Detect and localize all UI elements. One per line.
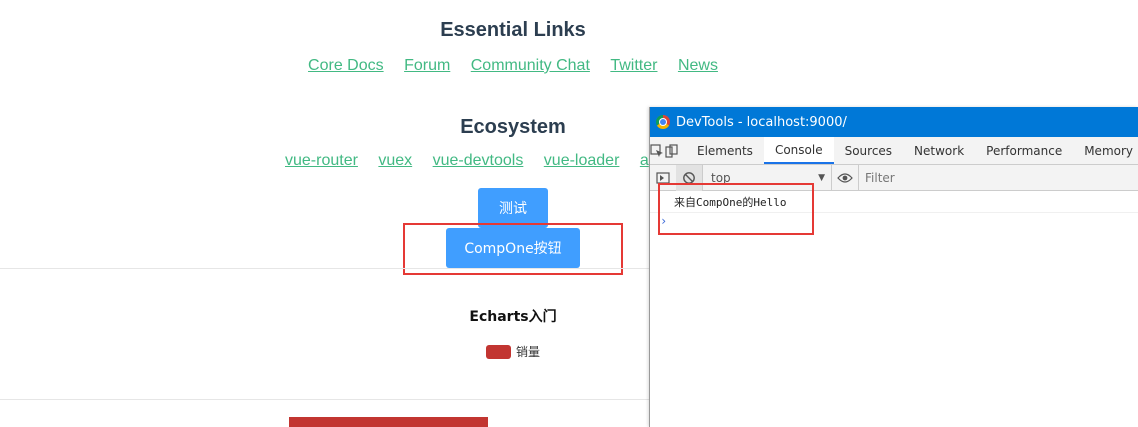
- tab-performance[interactable]: Performance: [975, 137, 1073, 164]
- tab-console[interactable]: Console: [763, 137, 834, 164]
- tab-memory[interactable]: Memory: [1073, 137, 1138, 164]
- legend-swatch: [486, 344, 511, 359]
- chart-axis-line: [0, 399, 649, 400]
- link-vue-loader[interactable]: vue-loader: [544, 152, 620, 169]
- ecosystem-links-list: vue-router vuex vue-devtools vue-loader …: [277, 152, 657, 170]
- link-forum[interactable]: Forum: [404, 57, 450, 74]
- essential-links-heading: Essential Links: [440, 19, 586, 41]
- link-awesome-vue[interactable]: a: [640, 152, 649, 169]
- devtools-tab-bar: Elements Console Sources Network Perform…: [650, 137, 1138, 165]
- live-expression-eye-icon[interactable]: [832, 165, 858, 191]
- link-community-chat[interactable]: Community Chat: [471, 57, 590, 74]
- chart-bar[interactable]: [289, 417, 488, 427]
- divider: [0, 268, 649, 269]
- tab-elements[interactable]: Elements: [686, 137, 764, 164]
- compone-button[interactable]: CompOne按钮: [446, 228, 580, 268]
- tab-network[interactable]: Network: [903, 137, 975, 164]
- highlight-box-console: [658, 183, 814, 235]
- legend-label: 销量: [516, 345, 541, 359]
- link-vuex[interactable]: vuex: [378, 152, 412, 169]
- devtools-title-bar[interactable]: DevTools - localhost:9000/: [650, 107, 1138, 137]
- tab-sources[interactable]: Sources: [834, 137, 903, 164]
- chart-legend[interactable]: 销量: [486, 343, 540, 360]
- devtools-window: DevTools - localhost:9000/ Elements Cons…: [649, 107, 1138, 427]
- console-filter: [858, 164, 1138, 191]
- link-vue-devtools[interactable]: vue-devtools: [433, 152, 524, 169]
- inspect-element-icon[interactable]: [650, 137, 664, 164]
- link-news[interactable]: News: [678, 57, 718, 74]
- dropdown-arrow-icon: ▼: [818, 172, 825, 183]
- link-twitter[interactable]: Twitter: [610, 57, 657, 74]
- essential-links-list: Core Docs Forum Community Chat Twitter N…: [0, 57, 1026, 75]
- link-core-docs[interactable]: Core Docs: [308, 57, 384, 74]
- filter-input[interactable]: [865, 170, 1138, 185]
- devtools-title: DevTools - localhost:9000/: [676, 114, 847, 130]
- test-button[interactable]: 测试: [478, 188, 548, 228]
- link-vue-router[interactable]: vue-router: [285, 152, 358, 169]
- device-toolbar-icon[interactable]: [664, 137, 678, 164]
- chrome-icon: [656, 115, 670, 129]
